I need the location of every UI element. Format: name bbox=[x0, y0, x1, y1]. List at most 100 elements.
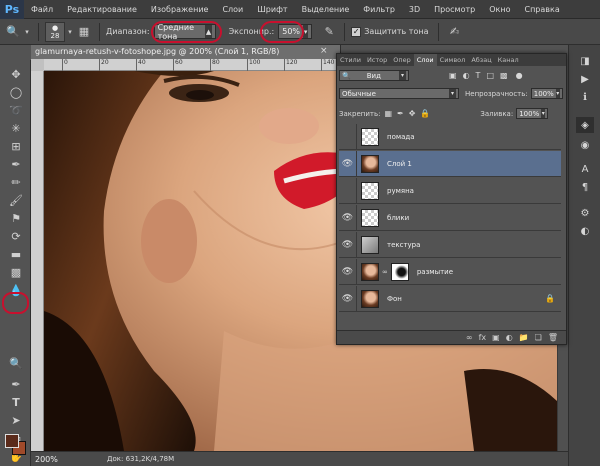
filter-row: 🔍 Вид ▾ ▣ ◐ T □ ▩ ● bbox=[339, 70, 564, 81]
layers-icon[interactable]: ◈ bbox=[576, 117, 594, 133]
info-icon[interactable]: ℹ bbox=[576, 89, 594, 105]
layer-row-blur[interactable]: 👁 ∞ размытие bbox=[339, 258, 561, 285]
eraser-tool-icon[interactable]: ▬ bbox=[5, 246, 27, 263]
tab-paragraph[interactable]: Абзац bbox=[468, 54, 494, 66]
filter-shape-icon[interactable]: □ bbox=[486, 71, 494, 80]
close-icon[interactable]: × bbox=[320, 46, 328, 56]
history-icon[interactable]: ◨ bbox=[576, 53, 594, 69]
layer-row-lipstick[interactable]: помада bbox=[339, 123, 561, 150]
lock-icon: 🔒 bbox=[545, 294, 555, 303]
airbrush-icon[interactable]: ✎ bbox=[320, 23, 338, 41]
eye-icon[interactable]: 👁 bbox=[339, 231, 357, 258]
menu-edit[interactable]: Редактирование bbox=[60, 0, 144, 19]
chain-link-icon: ∞ bbox=[382, 267, 388, 276]
menu-window[interactable]: Окно bbox=[482, 0, 517, 19]
tab-character[interactable]: Символ bbox=[437, 54, 469, 66]
channels-icon[interactable]: ◉ bbox=[576, 137, 594, 153]
new-layer-icon[interactable]: ❏ bbox=[535, 333, 542, 342]
visibility-toggle[interactable] bbox=[339, 177, 357, 204]
menu-help[interactable]: Справка bbox=[517, 0, 566, 19]
document-tab[interactable]: glamurnaya-retush-v-fotoshope.jpg @ 200%… bbox=[31, 45, 341, 59]
marquee-tool-icon[interactable]: ◯ bbox=[5, 84, 27, 101]
filter-toggle-icon[interactable]: ● bbox=[516, 71, 523, 80]
lock-pixels-icon[interactable]: ✒ bbox=[397, 109, 404, 118]
tab-history[interactable]: Истор bbox=[364, 54, 390, 66]
opacity-field[interactable]: 100% ▾ bbox=[530, 88, 563, 99]
eye-icon[interactable]: 👁 bbox=[339, 258, 357, 285]
history-brush-tool-icon[interactable]: ⟳ bbox=[5, 228, 27, 245]
menu-3d[interactable]: 3D bbox=[402, 0, 427, 19]
fx-icon[interactable]: fx bbox=[479, 333, 487, 342]
pressure-size-icon[interactable]: ✍ bbox=[445, 23, 463, 41]
quick-select-tool-icon[interactable]: ✳ bbox=[5, 120, 27, 137]
filter-adjust-icon[interactable]: ◐ bbox=[463, 71, 470, 80]
clone-stamp-tool-icon[interactable]: ⚑ bbox=[5, 210, 27, 227]
adjustments-icon[interactable]: ◐ bbox=[576, 223, 594, 239]
zoom-level[interactable]: 200% bbox=[31, 455, 67, 464]
eye-icon[interactable]: 👁 bbox=[339, 150, 357, 177]
pen-tool-icon[interactable]: ✒ bbox=[5, 376, 27, 393]
adjustment-layer-icon[interactable]: ◐ bbox=[506, 333, 513, 342]
link-layers-icon[interactable]: ∞ bbox=[466, 333, 473, 342]
eyedropper-tool-icon[interactable]: ✒ bbox=[5, 156, 27, 173]
blend-mode-value: Обычные bbox=[342, 89, 376, 98]
blend-mode-select[interactable]: Обычные ▾ bbox=[339, 88, 459, 99]
brush-panel-icon[interactable]: ▦ bbox=[75, 23, 93, 41]
menu-image[interactable]: Изображение bbox=[144, 0, 216, 19]
crop-tool-icon[interactable]: ⊞ bbox=[5, 138, 27, 155]
new-group-icon[interactable]: 📁 bbox=[519, 333, 529, 342]
layer-filter-select[interactable]: 🔍 Вид ▾ bbox=[339, 70, 409, 81]
move-tool-icon[interactable]: ✥ bbox=[5, 66, 27, 83]
gradient-tool-icon[interactable]: ▩ bbox=[5, 264, 27, 281]
brush-dropdown-icon[interactable]: ▾ bbox=[65, 23, 75, 41]
tab-layers[interactable]: Слои bbox=[413, 54, 437, 66]
eye-icon[interactable]: 👁 bbox=[339, 285, 357, 312]
character-icon[interactable]: A bbox=[576, 161, 594, 177]
menu-filter[interactable]: Фильтр bbox=[356, 0, 402, 19]
layer-name: румяна bbox=[387, 186, 414, 195]
menu-select[interactable]: Выделение bbox=[295, 0, 357, 19]
path-select-tool-icon[interactable]: ➤ bbox=[5, 412, 27, 429]
menu-view[interactable]: Просмотр bbox=[427, 0, 482, 19]
tool-preset-dropdown[interactable]: ▾ bbox=[22, 23, 32, 41]
paragraph-icon[interactable]: ¶ bbox=[576, 179, 594, 195]
menu-file[interactable]: Файл bbox=[24, 0, 60, 19]
layer-row-blush[interactable]: румяна bbox=[339, 177, 561, 204]
brush-size-value: 28 bbox=[50, 31, 60, 40]
dodge-burn-icon[interactable]: 🔍 bbox=[4, 23, 22, 41]
foreground-color-swatch[interactable] bbox=[5, 434, 19, 448]
styles-icon[interactable]: ⚙ bbox=[576, 205, 594, 221]
layer-row-background[interactable]: 👁 Фон 🔒 bbox=[339, 285, 561, 312]
lock-position-icon[interactable]: ✥ bbox=[409, 109, 416, 118]
brush-size-preview[interactable]: ● 28 bbox=[45, 21, 65, 42]
filter-pixel-icon[interactable]: ▣ bbox=[449, 71, 457, 80]
fill-field[interactable]: 100% ▾ bbox=[516, 108, 549, 119]
menu-layers[interactable]: Слои bbox=[215, 0, 250, 19]
type-tool-icon[interactable]: T bbox=[5, 394, 27, 411]
separator bbox=[38, 22, 39, 41]
tab-actions[interactable]: Опер bbox=[390, 54, 414, 66]
lock-transparent-icon[interactable]: ▦ bbox=[384, 109, 392, 118]
menu-type[interactable]: Шрифт bbox=[250, 0, 294, 19]
visibility-toggle[interactable] bbox=[339, 123, 357, 150]
document-info[interactable]: Док: 631,2K/4,78M bbox=[67, 455, 174, 463]
lasso-tool-icon[interactable]: ➰ bbox=[5, 102, 27, 119]
tab-channels[interactable]: Канал bbox=[495, 54, 522, 66]
eye-icon[interactable]: 👁 bbox=[339, 204, 357, 231]
layer-name: размытие bbox=[416, 267, 454, 276]
trash-icon[interactable]: 🗑 bbox=[548, 333, 558, 342]
dodge-tool-icon[interactable]: 🔍 bbox=[5, 355, 27, 372]
layer-row-layer1[interactable]: 👁 Слой 1 bbox=[339, 150, 561, 177]
healing-brush-tool-icon[interactable]: ✏ bbox=[5, 174, 27, 191]
layer-row-texture[interactable]: 👁 текстура bbox=[339, 231, 561, 258]
filter-smart-icon[interactable]: ▩ bbox=[500, 71, 508, 80]
protect-tones-checkbox[interactable]: ✓ bbox=[351, 26, 362, 37]
filter-type-icon[interactable]: T bbox=[476, 71, 481, 80]
brush-tool-icon[interactable]: 🖌 bbox=[5, 192, 27, 209]
actions-icon[interactable]: ▶ bbox=[576, 71, 594, 87]
add-mask-icon[interactable]: ▣ bbox=[492, 333, 500, 342]
ruler-tick: 0 bbox=[62, 59, 68, 71]
lock-all-icon[interactable]: 🔒 bbox=[420, 109, 430, 118]
tab-styles[interactable]: Стили bbox=[337, 54, 364, 66]
layer-row-highlights[interactable]: 👁 блики bbox=[339, 204, 561, 231]
